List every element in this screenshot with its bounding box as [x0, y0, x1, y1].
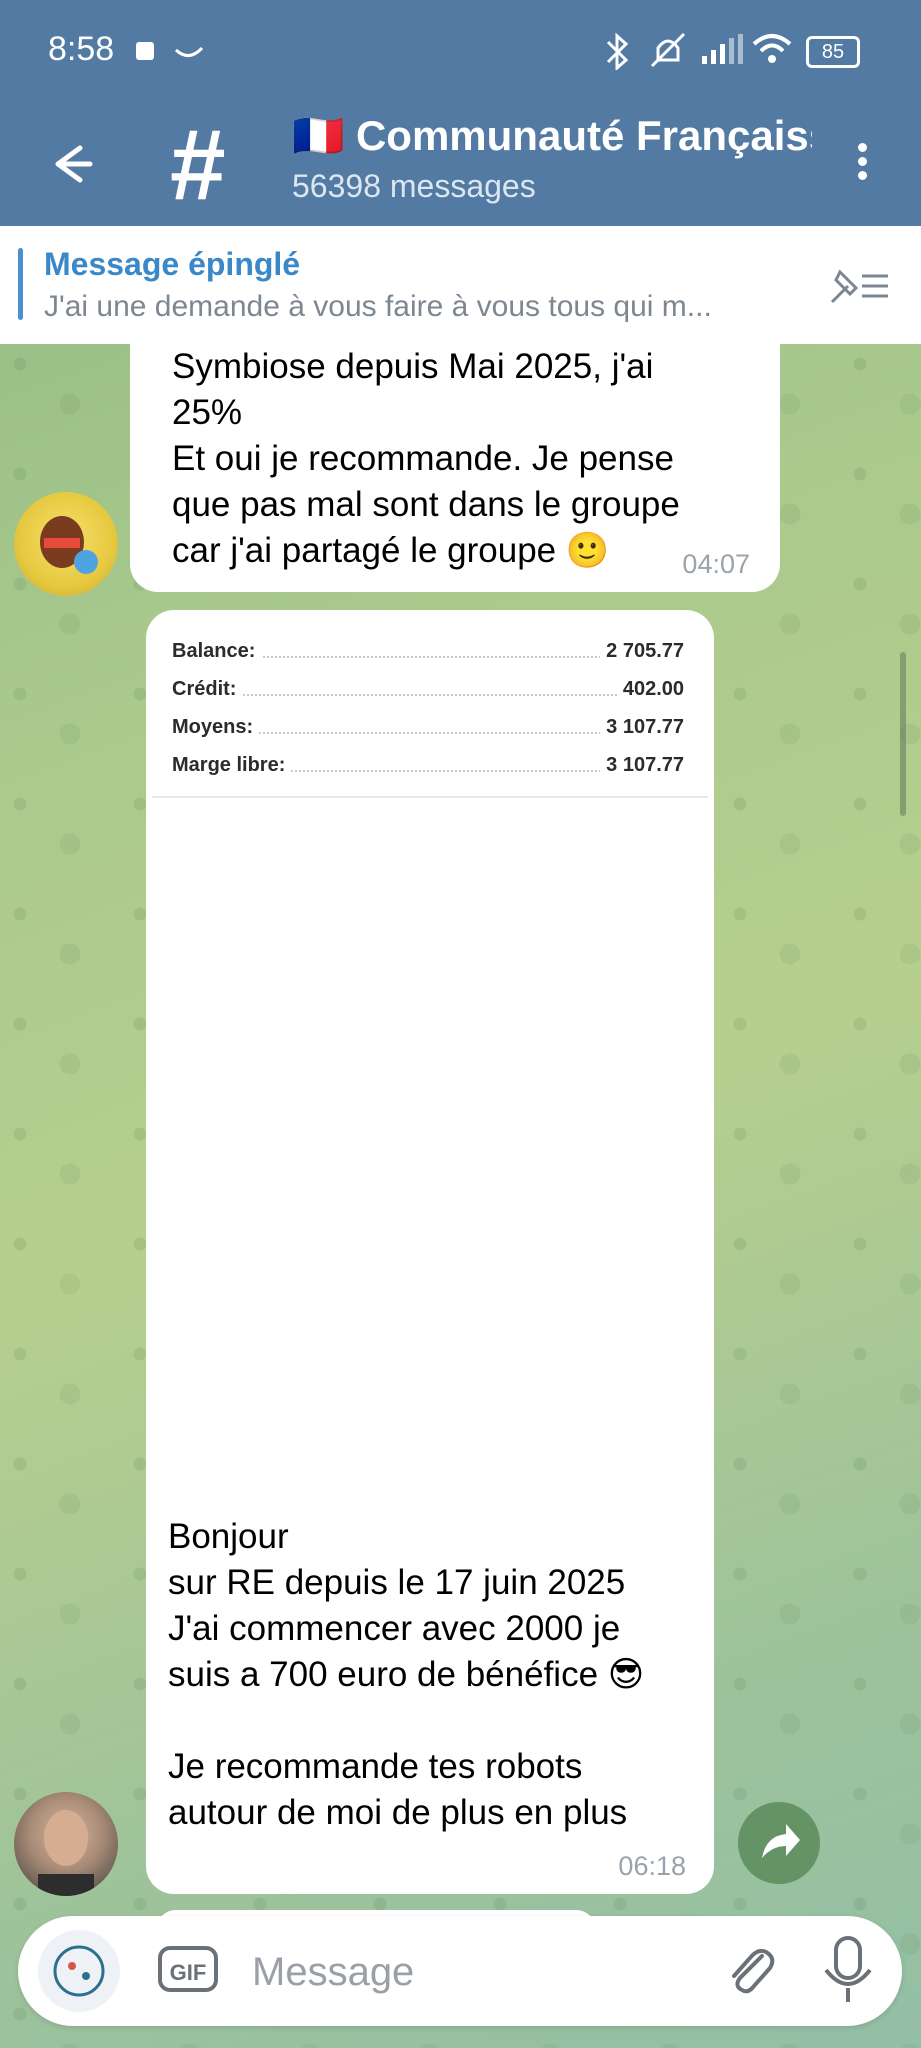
divider: [152, 796, 708, 798]
battery-icon: 85: [806, 36, 860, 68]
wifi-icon: [752, 34, 792, 63]
message-time: 06:18: [618, 1851, 686, 1881]
status-bar: 8:58 85: [0, 0, 921, 104]
share-icon: [762, 1824, 800, 1858]
chat-title[interactable]: 🇫🇷 Communauté Françaiss: [292, 112, 812, 161]
attach-icon: [732, 1948, 775, 1994]
balance-label: Balance:: [172, 640, 262, 663]
balance-row: Balance: 2 705.77: [172, 640, 684, 678]
message-time: 04:07: [682, 549, 750, 579]
back-button[interactable]: [40, 134, 100, 194]
flag-icon: 🇫🇷: [292, 112, 345, 159]
balance-label: Moyens:: [172, 716, 260, 739]
balance-value: 3 107.77: [600, 754, 684, 777]
cloud-icon: [174, 46, 204, 57]
balance-row: Marge libre: 3 107.77: [172, 754, 684, 792]
bluetooth-icon: [606, 32, 629, 70]
message-count: 56398 messages: [292, 168, 536, 204]
mic-icon: [824, 1936, 872, 2002]
signal-icon: [702, 34, 743, 64]
avatar-cartoon-icon: [40, 516, 98, 574]
back-arrow-icon: [55, 145, 93, 183]
balance-row: Moyens: 3 107.77: [172, 716, 684, 754]
avatar[interactable]: [14, 492, 118, 596]
balance-screenshot: Balance: 2 705.77 Crédit: 402.00 Moyens: 3 …: [172, 640, 684, 792]
chat-title-text: Communauté Françaiss: [355, 112, 812, 159]
message-composer: GIF: [18, 1916, 902, 2026]
scrollbar[interactable]: [900, 652, 906, 816]
balance-value: 402.00: [616, 678, 684, 701]
share-button[interactable]: [738, 1802, 820, 1884]
balance-value: 2 705.77: [600, 640, 684, 663]
gif-button[interactable]: GIF: [158, 1946, 218, 1992]
balance-row: Crédit: 402.00: [172, 678, 684, 716]
voice-button[interactable]: [818, 1934, 878, 2006]
bot-icon: [53, 1945, 105, 1997]
balance-label: Marge libre:: [172, 754, 292, 777]
mute-icon: [650, 32, 686, 68]
message-bubble[interactable]: Symbiose depuis Mai 2025, j'ai 25% Et ou…: [130, 330, 780, 592]
notification-icon: [136, 42, 154, 60]
bot-menu-button[interactable]: [38, 1930, 120, 2012]
avatar-photo-icon: [38, 1810, 94, 1896]
message-bubble[interactable]: Balance: 2 705.77 Crédit: 402.00 Moyens: 3 …: [146, 610, 714, 1894]
pinned-preview: J'ai une demande à vous faire à vous tou…: [44, 290, 712, 323]
message-text: Symbiose depuis Mai 2025, j'ai 25% Et ou…: [172, 347, 680, 570]
chat-header: # 🇫🇷 Communauté Françaiss 56398 messages: [0, 104, 921, 226]
unpin-icon: [830, 269, 888, 304]
message-text: Bonjour sur RE depuis le 17 juin 2025 J'…: [168, 1517, 645, 1832]
more-button[interactable]: [848, 138, 876, 198]
avatar[interactable]: [14, 1792, 118, 1896]
more-vertical-icon: [857, 143, 867, 152]
pinned-message[interactable]: Message épinglé J'ai une demande à vous …: [0, 226, 921, 344]
balance-label: Crédit:: [172, 678, 243, 701]
attach-button[interactable]: [718, 1938, 782, 2002]
pinned-indicator: [18, 248, 23, 320]
balance-value: 3 107.77: [600, 716, 684, 739]
message-input[interactable]: [250, 1942, 694, 2002]
status-time: 8:58: [48, 30, 115, 68]
pinned-label: Message épinglé: [44, 246, 301, 282]
hash-icon: #: [170, 109, 226, 221]
pinned-list-button[interactable]: [826, 262, 892, 310]
